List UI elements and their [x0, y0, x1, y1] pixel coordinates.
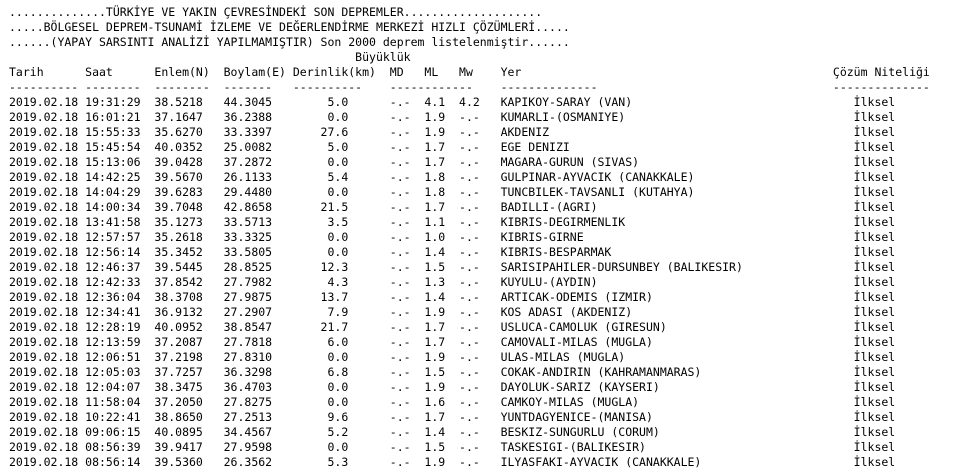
earthquake-row: 2019.02.18 12:13:59 37.2087 27.7818 6.0 …: [9, 335, 896, 349]
earthquake-row: 2019.02.18 12:36:04 38.3708 27.9875 13.7…: [9, 290, 896, 304]
header-separator: ---------- -------- -------- ------- ---…: [9, 80, 930, 94]
column-headers: Tarih Saat Enlem(N) Boylam(E) Derinlik(k…: [9, 65, 930, 79]
earthquake-row: 2019.02.18 16:01:21 37.1647 36.2388 0.0 …: [9, 110, 896, 124]
earthquake-row: 2019.02.18 14:00:34 39.7048 42.8658 21.5…: [9, 200, 896, 214]
earthquake-row: 2019.02.18 11:58:04 37.2050 27.8275 0.0 …: [9, 395, 896, 409]
earthquake-row: 2019.02.18 13:41:58 35.1273 33.5713 3.5 …: [9, 215, 896, 229]
earthquake-row: 2019.02.18 15:13:06 39.0428 37.2872 0.0 …: [9, 155, 896, 169]
earthquake-row: 2019.02.18 14:04:29 39.6283 29.4480 0.0 …: [9, 185, 896, 199]
earthquake-row: 2019.02.18 12:04:07 38.3475 36.4703 0.0 …: [9, 380, 896, 394]
earthquake-row: 2019.02.18 09:06:15 40.0895 34.4567 5.2 …: [9, 425, 896, 439]
earthquake-list: 2019.02.18 19:31:29 38.5218 44.3045 5.0 …: [9, 95, 968, 470]
earthquake-row: 2019.02.18 08:56:14 39.5360 26.3562 5.3 …: [9, 455, 896, 469]
report-subtitle: .....BÖLGESEL DEPREM-TSUNAMİ İZLEME VE D…: [9, 20, 570, 34]
earthquake-row: 2019.02.18 14:42:25 39.5670 26.1133 5.4 …: [9, 170, 896, 184]
earthquake-row: 2019.02.18 15:55:33 35.6270 33.3397 27.6…: [9, 125, 896, 139]
report-title: ..............TÜRKİYE VE YAKIN ÇEVRESİND…: [9, 5, 543, 19]
earthquake-row: 2019.02.18 12:28:19 40.0952 38.8547 21.7…: [9, 320, 896, 334]
earthquake-row: 2019.02.18 19:31:29 38.5218 44.3045 5.0 …: [9, 95, 896, 109]
earthquake-report: ..............TÜRKİYE VE YAKIN ÇEVRESİND…: [0, 0, 968, 470]
earthquake-row: 2019.02.18 12:06:51 37.2198 27.8310 0.0 …: [9, 350, 896, 364]
report-note: ......(YAPAY SARSINTI ANALİZİ YAPILMAMIŞ…: [9, 35, 570, 49]
earthquake-row: 2019.02.18 12:42:33 37.8542 27.7982 4.3 …: [9, 275, 896, 289]
earthquake-row: 2019.02.18 08:56:39 39.9417 27.9598 0.0 …: [9, 440, 896, 454]
earthquake-row: 2019.02.18 12:05:03 37.7257 36.3298 6.8 …: [9, 365, 896, 379]
earthquake-row: 2019.02.18 15:45:54 40.0352 25.0082 5.0 …: [9, 140, 896, 154]
earthquake-row: 2019.02.18 12:57:57 35.2618 33.3325 0.0 …: [9, 230, 896, 244]
earthquake-row: 2019.02.18 10:22:41 38.8650 27.2513 9.6 …: [9, 410, 896, 424]
earthquake-row: 2019.02.18 12:46:37 39.5445 28.8525 12.3…: [9, 260, 896, 274]
earthquake-row: 2019.02.18 12:56:14 35.3452 33.5805 0.0 …: [9, 245, 896, 259]
earthquake-row: 2019.02.18 12:34:41 36.9132 27.2907 7.9 …: [9, 305, 896, 319]
magnitude-group-header: Büyüklük: [9, 50, 411, 64]
